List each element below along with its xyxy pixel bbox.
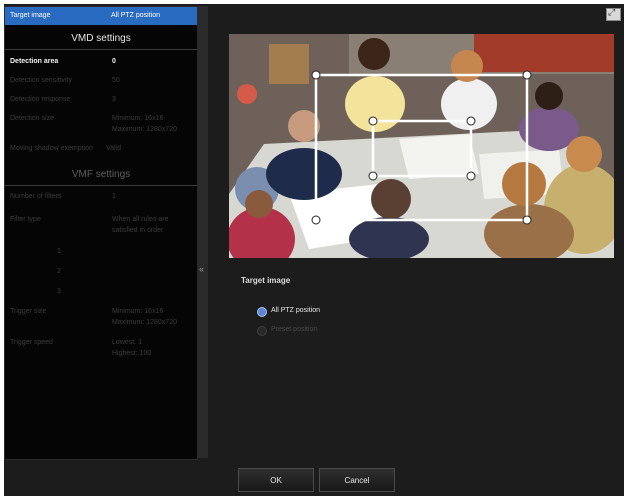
fullscreen-button[interactable]: ⤢: [606, 7, 621, 21]
detection-sensitivity-label[interactable]: Detection sensitivity: [10, 77, 72, 84]
filter-index-1[interactable]: 1: [57, 248, 61, 255]
detection-size-min: Minimum: 16x16: [112, 115, 164, 122]
detection-size-max: Maximum: 1280x720: [112, 126, 177, 133]
trigger-size-max: Maximum: 1280x720: [112, 319, 177, 326]
target-image-label: Target image: [10, 12, 51, 19]
trigger-speed-highest: Highest: 100: [112, 350, 152, 357]
divider: [5, 185, 197, 186]
target-image-heading: Target image: [241, 276, 291, 285]
radio-selected-icon[interactable]: [257, 307, 267, 317]
filter-index-3[interactable]: 3: [57, 288, 61, 295]
target-image-row[interactable]: Target image All PTZ position: [5, 7, 197, 25]
all-ptz-position-label: All PTZ position: [271, 307, 321, 314]
cancel-button[interactable]: Cancel: [319, 468, 395, 492]
trigger-speed-lowest: Lowest: 1: [112, 339, 142, 346]
number-of-filters-label[interactable]: Number of filters: [10, 193, 61, 200]
preset-position-label: Preset position: [271, 326, 318, 333]
radio-unselected-icon[interactable]: [257, 326, 267, 336]
ok-button[interactable]: OK: [238, 468, 314, 492]
number-of-filters-value: 1: [112, 193, 116, 200]
target-image-value: All PTZ position: [111, 12, 161, 19]
detection-size-label[interactable]: Detection size: [10, 115, 54, 122]
detection-response-label[interactable]: Detection response: [10, 96, 70, 103]
filter-type-label[interactable]: Filter type: [10, 216, 41, 223]
filter-index-2[interactable]: 2: [57, 268, 61, 275]
vmd-settings-title: VMD settings: [71, 33, 131, 44]
double-chevron-left-icon: «: [199, 264, 205, 274]
trigger-size-min: Minimum: 16x16: [112, 308, 164, 315]
divider: [5, 49, 197, 50]
moving-shadow-value: Valid: [106, 145, 122, 152]
vmf-settings-title: VMF settings: [71, 169, 131, 180]
camera-image: [229, 34, 614, 258]
trigger-speed-label[interactable]: Trigger speed: [10, 339, 53, 346]
moving-shadow-label[interactable]: Moving shadow exemption: [10, 145, 93, 152]
filter-type-line2: satisfied in order: [112, 227, 164, 234]
detection-area-label[interactable]: Detection area: [10, 58, 58, 65]
settings-summary-panel: Target image All PTZ position VMD settin…: [4, 6, 198, 460]
collapse-panel-handle[interactable]: «: [198, 6, 208, 458]
detection-response-value: 3: [112, 96, 116, 103]
detection-sensitivity-value: 50: [112, 77, 120, 84]
detection-area-value: 0: [112, 58, 116, 65]
camera-scene: [229, 34, 614, 258]
trigger-size-label[interactable]: Trigger size: [10, 308, 46, 315]
filter-type-line1: When all rules are: [112, 216, 169, 223]
expand-icon: ⤢: [608, 7, 616, 17]
